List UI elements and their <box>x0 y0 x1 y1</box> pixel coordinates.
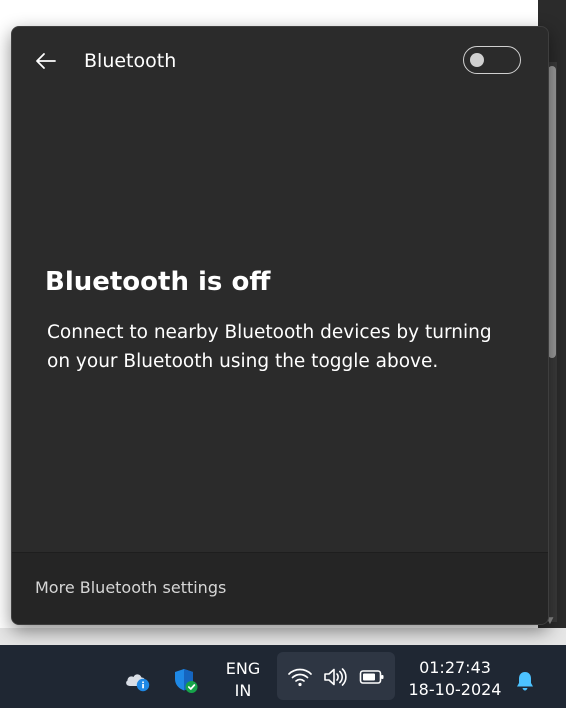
flyout-title: Bluetooth <box>84 50 177 72</box>
bluetooth-toggle[interactable] <box>463 46 521 74</box>
bluetooth-off-description: Connect to nearby Bluetooth devices by t… <box>47 322 492 372</box>
clock-time: 01:27:43 <box>419 658 491 677</box>
toggle-knob <box>470 53 484 67</box>
background-scrollbar-thumb[interactable] <box>548 66 556 358</box>
windows-security-icon[interactable] <box>172 667 200 695</box>
taskbar: ENG IN 01:27:43 18-10-2024 <box>0 645 566 708</box>
language-indicator[interactable]: ENG IN <box>221 658 265 702</box>
more-bluetooth-settings-link[interactable]: More Bluetooth settings <box>35 577 226 599</box>
quick-settings-button[interactable] <box>277 652 395 700</box>
background-window-bottom <box>0 628 566 645</box>
bluetooth-off-heading: Bluetooth is off <box>45 267 271 297</box>
language-code: ENG <box>225 659 261 678</box>
battery-icon <box>359 667 385 687</box>
notification-bell-icon[interactable] <box>513 669 537 693</box>
region-code: IN <box>234 681 252 700</box>
flyout-header: Bluetooth <box>12 27 548 93</box>
flyout-footer: More Bluetooth settings <box>12 552 548 624</box>
back-arrow-icon <box>36 53 56 69</box>
back-button[interactable] <box>32 47 60 75</box>
clock[interactable]: 01:27:43 18-10-2024 <box>405 657 505 701</box>
wifi-icon <box>287 666 313 688</box>
onedrive-info-icon[interactable] <box>124 670 152 692</box>
clock-date: 18-10-2024 <box>408 680 502 699</box>
volume-icon <box>322 665 348 689</box>
bluetooth-flyout: Bluetooth Bluetooth is off Connect to ne… <box>11 26 549 625</box>
